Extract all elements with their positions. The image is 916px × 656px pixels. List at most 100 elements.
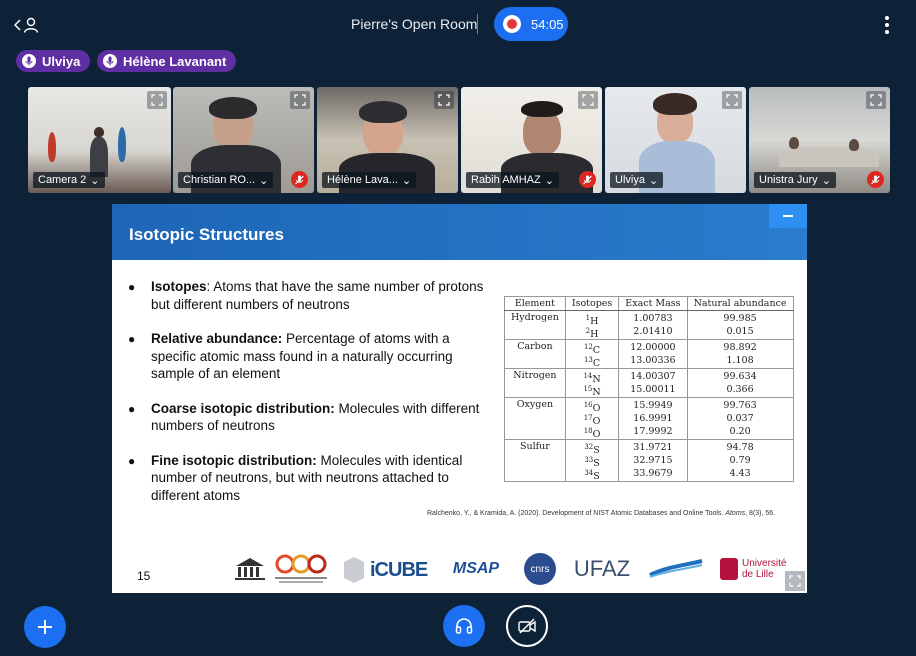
presentation-slide: Isotopic Structures ● Isotopes: Atoms tha…	[112, 204, 807, 593]
table-row: Nitrogen 14N 15N 14.00307 15.00011 99.634 0.36…	[504, 368, 794, 398]
expand-icon[interactable]	[578, 91, 598, 109]
expand-icon[interactable]	[147, 91, 167, 109]
video-name-label[interactable]: Hélène Lava... ⌄	[322, 172, 417, 188]
chevron-down-icon: ⌄	[821, 174, 831, 187]
video-name-label[interactable]: Rabih AMHAZ ⌄	[466, 172, 559, 188]
video-name-label[interactable]: Ulviya ⌄	[610, 172, 664, 188]
bullet-item: ● Isotopes: Atoms that have the same numb…	[128, 279, 484, 312]
talker-pill-ulviya[interactable]: Ulviya	[16, 50, 91, 72]
user-icon	[23, 17, 39, 33]
recording-timer: 54:05	[531, 16, 564, 32]
flag	[118, 127, 126, 162]
leave-audio-button[interactable]	[443, 605, 485, 647]
exact-mass-cell: 15.9949 16.9991 17.9992	[618, 397, 688, 440]
video-tile-unistra-jury[interactable]: Unistra Jury ⌄	[749, 87, 890, 193]
talker-name: Ulviya	[42, 53, 81, 69]
exact-mass-cell: 1.00783 2.01410	[618, 310, 688, 340]
chevron-down-icon: ⌄	[401, 174, 412, 187]
video-tile-camera-2[interactable]: Camera 2 ⌄	[28, 87, 171, 193]
exact-mass-value: 1.00783	[633, 313, 673, 324]
abundance-cell: 98.892 1.108	[686, 339, 794, 369]
isotope-symbol: 33S	[584, 456, 600, 470]
talker-pill-helene[interactable]: Hélène Lavanant	[97, 50, 237, 72]
expand-icon[interactable]	[722, 91, 742, 109]
muted-microphone-icon	[867, 171, 884, 188]
slide-header: Isotopic Structures	[112, 204, 807, 260]
video-tile-rabih[interactable]: Rabih AMHAZ ⌄	[461, 87, 602, 193]
fullscreen-button[interactable]	[785, 571, 805, 591]
table-header: Isotopes	[564, 296, 620, 311]
exact-mass-cell: 14.00307 15.00011	[618, 368, 688, 398]
msap-logo: MSAP	[452, 560, 500, 577]
element-cell: Oxygen	[504, 397, 566, 440]
exact-mass-value: 15.9949	[633, 400, 673, 411]
table-row: Sulfur 32S 33S 34S 31.9721 32.9715 33.9679 94.7…	[504, 439, 794, 483]
abundance-value: 99.634	[723, 371, 757, 382]
isotope-symbol: 1H	[585, 314, 599, 328]
exact-mass-value: 31.9721	[633, 442, 673, 453]
table-row: Oxygen 16O 17O 18O 15.9949 16.9991 17.9992 99.7…	[504, 397, 794, 440]
bullet-item: ● Fine isotopic distribution: Molecules w…	[128, 452, 463, 503]
table-header: Exact Mass	[618, 296, 688, 311]
chevron-left-icon	[14, 19, 21, 31]
video-name-label[interactable]: Christian RO... ⌄	[178, 172, 274, 188]
isotope-symbol: 2H	[585, 327, 599, 341]
abundance-value: 4.43	[729, 468, 751, 479]
table-header: Natural abundance	[686, 296, 794, 311]
recording-button[interactable]: 54:05	[494, 7, 568, 41]
exact-mass-cell: 31.9721 32.9715 33.9679	[618, 439, 688, 482]
exact-mass-value: 33.9679	[633, 468, 673, 479]
isotope-symbol: 16O	[583, 401, 601, 415]
expand-icon[interactable]	[290, 91, 310, 109]
exact-mass-value: 15.00011	[630, 384, 676, 395]
muted-microphone-icon	[291, 171, 308, 188]
abundance-value: 1.108	[726, 355, 754, 366]
chevron-down-icon: ⌄	[259, 174, 269, 187]
isotope-table: Element Isotopes Exact Mass Natural abun…	[504, 296, 794, 482]
table-row: Carbon 12C 13C 12.00000 13.00336 98.892 1.108	[504, 339, 794, 369]
video-tile-christian[interactable]: Christian RO... ⌄	[173, 87, 314, 193]
user-list-toggle[interactable]	[14, 12, 44, 38]
abundance-value: 94.78	[726, 442, 754, 453]
record-icon	[503, 15, 521, 33]
minus-icon	[783, 215, 793, 217]
video-tile-helene[interactable]: Hélène Lava... ⌄	[317, 87, 458, 193]
expand-icon[interactable]	[866, 91, 886, 109]
exact-mass-value: 17.9992	[633, 426, 673, 437]
isotope-cell: 16O 17O 18O	[564, 397, 620, 440]
abundance-value: 0.79	[729, 455, 751, 466]
share-webcam-button[interactable]	[506, 605, 548, 647]
table-row: Hydrogen 1H 2H 1.00783 2.01410 99.985 0.015	[504, 310, 794, 341]
video-name-label[interactable]: Camera 2 ⌄	[33, 172, 105, 188]
abundance-cell: 94.78 0.79 4.43	[686, 439, 794, 482]
options-menu-button[interactable]	[881, 16, 893, 34]
abundance-cell: 99.763 0.037 0.20	[686, 397, 794, 440]
exact-mass-value: 32.9715	[633, 455, 673, 466]
abundance-value: 98.892	[723, 342, 757, 353]
isotope-symbol: 14N	[583, 372, 601, 386]
universite-strasbourg-logo	[644, 550, 708, 588]
chevron-down-icon: ⌄	[648, 174, 659, 187]
icube-logo: iCUBE	[340, 550, 430, 588]
top-bar: Pierre's Open Room 54:05	[0, 0, 916, 48]
exact-mass-value: 16.9991	[633, 413, 673, 424]
element-cell: Nitrogen	[504, 368, 566, 398]
abundance-value: 0.366	[726, 384, 754, 395]
minimize-presentation-button[interactable]	[769, 204, 807, 228]
flag	[48, 132, 56, 162]
microphone-icon	[103, 54, 117, 68]
video-name-label[interactable]: Unistra Jury ⌄	[754, 172, 836, 188]
actions-add-button[interactable]	[24, 606, 66, 648]
isotope-symbol: 12C	[583, 343, 601, 357]
chevron-down-icon: ⌄	[544, 174, 554, 187]
video-tile-ulviya[interactable]: Ulviya ⌄	[605, 87, 746, 193]
isotope-symbol: 34S	[584, 469, 600, 483]
abundance-value: 99.763	[723, 400, 757, 411]
bullet-item: ● Relative abundance: Percentage of atoms…	[128, 331, 453, 381]
isotope-cell: 1H 2H	[564, 310, 620, 341]
isotope-cell: 32S 33S 34S	[564, 439, 620, 483]
exact-mass-cell: 12.00000 13.00336	[618, 339, 688, 369]
abundance-value: 0.015	[726, 326, 754, 337]
expand-icon[interactable]	[434, 91, 454, 109]
plus-icon	[38, 620, 52, 634]
